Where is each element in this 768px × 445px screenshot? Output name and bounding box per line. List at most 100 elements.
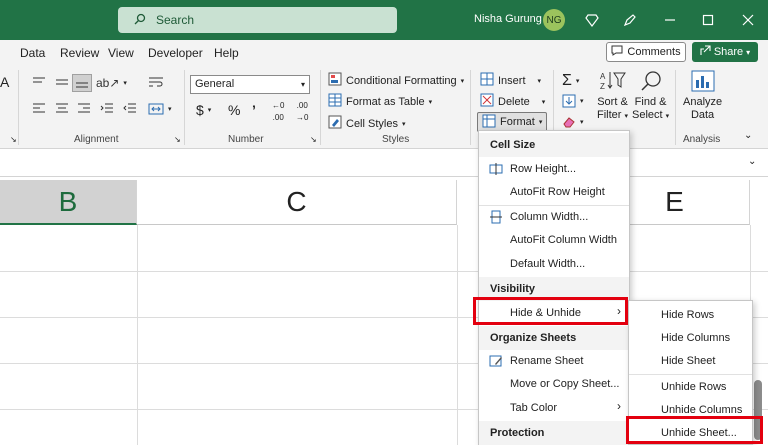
number-format-value: General bbox=[195, 78, 235, 90]
orientation-icon[interactable]: ab↗ ▾ bbox=[96, 76, 127, 90]
tab-developer[interactable]: Developer bbox=[148, 46, 203, 60]
find-select-button[interactable]: Find & Select ▾ bbox=[632, 70, 669, 121]
chevron-down-icon: ▾ bbox=[460, 77, 465, 85]
currency-icon[interactable]: $ ▾ bbox=[196, 102, 211, 118]
increase-decimal-icon[interactable]: ←0.00 bbox=[272, 102, 284, 122]
align-top-icon[interactable] bbox=[32, 76, 46, 88]
number-format-select[interactable]: General ▾ bbox=[190, 75, 310, 94]
chevron-down-icon: ▾ bbox=[746, 47, 751, 57]
format-label: Format bbox=[500, 116, 535, 128]
unhide-rows-item[interactable]: Unhide Rows bbox=[661, 381, 726, 393]
chevron-down-icon: ▾ bbox=[428, 98, 433, 106]
diamond-icon[interactable] bbox=[582, 10, 602, 30]
comments-label: Comments bbox=[627, 46, 681, 58]
share-label: Share bbox=[713, 46, 744, 58]
svg-text:Z: Z bbox=[600, 82, 605, 91]
tab-help[interactable]: Help bbox=[214, 46, 239, 60]
conditional-formatting-button[interactable]: Conditional Formatting ▾ bbox=[328, 72, 464, 89]
find-select-label-1: Find & bbox=[634, 96, 667, 108]
expand-formula-bar-icon[interactable]: ⌄ bbox=[748, 156, 756, 167]
hide-rows-item[interactable]: Hide Rows bbox=[661, 309, 714, 321]
decrease-decimal-icon[interactable]: .00 →0 bbox=[296, 102, 308, 122]
analyze-data-icon bbox=[690, 70, 716, 95]
cell-size-header: Cell Size bbox=[490, 139, 536, 151]
insert-button[interactable]: Insert ▾ bbox=[480, 72, 541, 89]
number-group-label: Number bbox=[228, 134, 264, 145]
conditional-formatting-label: Conditional Formatting bbox=[346, 74, 457, 87]
align-left-icon[interactable] bbox=[32, 102, 46, 114]
wrap-text-icon[interactable] bbox=[148, 76, 164, 90]
fill-icon[interactable]: ▾ bbox=[562, 94, 584, 108]
autofit-row-height-item[interactable]: AutoFit Row Height bbox=[510, 186, 605, 198]
close-icon[interactable] bbox=[738, 10, 758, 30]
divider bbox=[184, 70, 185, 145]
outdent-icon[interactable] bbox=[123, 102, 137, 114]
column-header-b[interactable]: B bbox=[0, 180, 137, 225]
analyze-data-label-1: Analyze bbox=[683, 96, 723, 108]
format-dropdown-menu: Cell Size Row Height... AutoFit Row Heig… bbox=[478, 130, 630, 445]
grid-col-line bbox=[137, 225, 138, 445]
dialog-launcher-icon[interactable]: ↘ bbox=[174, 135, 181, 144]
chevron-down-icon: ▾ bbox=[300, 80, 305, 89]
clear-icon[interactable]: ▾ bbox=[562, 115, 584, 129]
tab-view[interactable]: View bbox=[108, 46, 134, 60]
tab-review[interactable]: Review bbox=[60, 46, 99, 60]
chevron-down-icon: ▾ bbox=[537, 77, 542, 85]
divider bbox=[470, 70, 471, 145]
font-color-partial[interactable]: A bbox=[0, 74, 9, 90]
sort-filter-icon: AZ bbox=[600, 70, 626, 95]
rename-sheet-item[interactable]: Rename Sheet bbox=[510, 355, 583, 367]
format-as-table-button[interactable]: Format as Table ▾ bbox=[328, 93, 432, 110]
maximize-icon[interactable] bbox=[698, 10, 718, 30]
pen-icon[interactable] bbox=[620, 10, 640, 30]
sort-filter-button[interactable]: AZ Sort & Filter ▾ bbox=[597, 70, 628, 121]
indent-icon[interactable] bbox=[100, 102, 114, 114]
share-button[interactable]: Share ▾ bbox=[692, 42, 758, 62]
minimize-icon[interactable] bbox=[660, 10, 680, 30]
search-box[interactable]: Search bbox=[118, 7, 397, 33]
hide-sheet-item[interactable]: Hide Sheet bbox=[661, 355, 715, 367]
dialog-launcher-icon[interactable]: ↘ bbox=[10, 135, 17, 144]
align-center-icon[interactable] bbox=[55, 102, 69, 114]
column-width-item[interactable]: Column Width... bbox=[510, 211, 588, 223]
percent-icon[interactable]: % bbox=[228, 102, 240, 118]
sort-filter-label-1: Sort & bbox=[597, 96, 628, 108]
comments-button[interactable]: Comments bbox=[606, 42, 686, 62]
autofit-column-width-item[interactable]: AutoFit Column Width bbox=[510, 234, 617, 246]
insert-cells-icon bbox=[480, 72, 494, 89]
delete-cells-icon bbox=[480, 93, 494, 110]
avatar[interactable]: NG bbox=[543, 9, 565, 31]
row-height-item[interactable]: Row Height... bbox=[510, 163, 576, 175]
hide-columns-item[interactable]: Hide Columns bbox=[661, 332, 730, 344]
formula-bar[interactable] bbox=[0, 149, 768, 177]
align-bottom-icon[interactable] bbox=[72, 74, 92, 92]
tab-color-item[interactable]: Tab Color bbox=[510, 402, 557, 414]
grid-row-line bbox=[0, 271, 768, 272]
unhide-columns-item[interactable]: Unhide Columns bbox=[661, 404, 742, 416]
collapse-ribbon-icon[interactable]: ⌄ bbox=[744, 130, 752, 141]
tab-data[interactable]: Data bbox=[20, 46, 45, 60]
analyze-data-label-2: Data bbox=[690, 109, 715, 121]
merge-center-icon[interactable]: ▾ bbox=[148, 102, 172, 116]
organize-sheets-header: Organize Sheets bbox=[490, 332, 577, 344]
cell-styles-button[interactable]: Cell Styles ▾ bbox=[328, 115, 405, 132]
column-header-c[interactable]: C bbox=[137, 180, 457, 225]
format-button[interactable]: Format ▾ bbox=[477, 112, 548, 132]
comment-icon bbox=[611, 45, 623, 59]
share-icon bbox=[700, 45, 711, 59]
autosum-icon[interactable]: Σ ▾ bbox=[562, 72, 579, 90]
default-width-item[interactable]: Default Width... bbox=[510, 258, 585, 270]
column-width-icon bbox=[489, 210, 503, 224]
chevron-down-icon: ▾ bbox=[401, 120, 406, 128]
align-right-icon[interactable] bbox=[77, 102, 91, 114]
delete-button[interactable]: Delete ▾ bbox=[480, 93, 545, 110]
move-copy-sheet-item[interactable]: Move or Copy Sheet... bbox=[510, 378, 619, 390]
svg-text:A: A bbox=[600, 72, 606, 81]
user-name[interactable]: Nisha Gurung bbox=[474, 13, 542, 25]
magnifier-icon bbox=[639, 70, 663, 95]
comma-icon[interactable]: ’ bbox=[252, 102, 256, 118]
align-middle-icon[interactable] bbox=[55, 76, 69, 88]
analyze-data-button[interactable]: Analyze Data bbox=[683, 70, 722, 121]
dialog-launcher-icon[interactable]: ↘ bbox=[310, 135, 317, 144]
conditional-formatting-icon bbox=[328, 72, 342, 89]
